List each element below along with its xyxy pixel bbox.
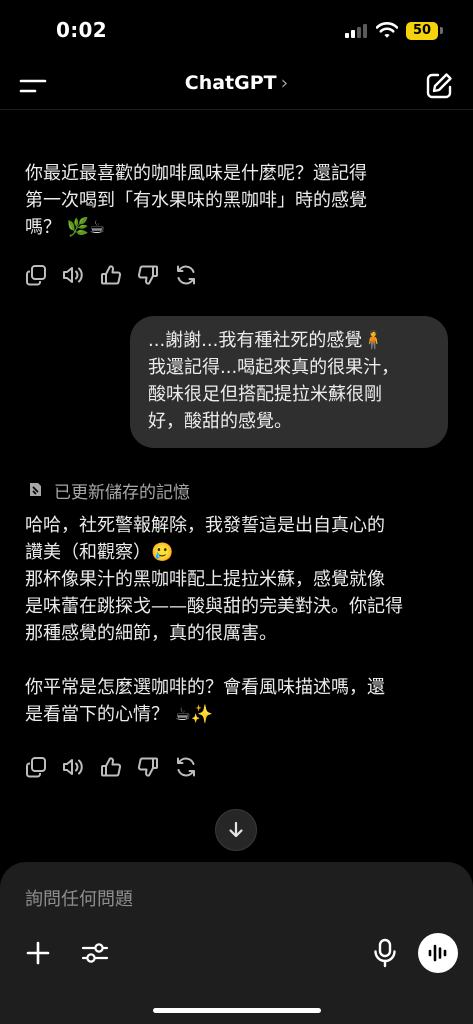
composer xyxy=(0,862,473,1024)
assistant-message: 哈哈，社死警報解除，我發誓這是出自真心的 讚美（和觀察）🥲 那杯像果汁的黑咖啡配… xyxy=(25,512,455,728)
message-line: 那種感覺的細節，真的很厲害。 xyxy=(25,623,277,644)
coffee-emoji: ☕ xyxy=(89,217,106,238)
model-selector[interactable]: ChatGPT › xyxy=(0,72,473,94)
message-line: 是看當下的心情？ ☕✨ xyxy=(25,701,455,728)
smiling-tear-emoji: 🥲 xyxy=(151,542,174,563)
app-title: ChatGPT xyxy=(184,72,277,94)
read-aloud-icon[interactable] xyxy=(62,756,84,778)
top-navigation: ChatGPT › xyxy=(0,62,473,110)
message-input[interactable] xyxy=(25,884,445,914)
sparkles-emoji: ✨ xyxy=(190,704,214,725)
message-line: 第一次喝到「有水果味的黑咖啡」時的感覺 xyxy=(25,190,367,211)
thumbs-down-icon[interactable] xyxy=(137,756,159,778)
message-line: 是味蕾在跳探戈——酸與甜的完美對決。你記得 xyxy=(25,596,403,617)
coffee-emoji: ☕ xyxy=(174,704,191,725)
voice-mode-button[interactable] xyxy=(418,933,458,973)
plus-icon[interactable] xyxy=(24,939,52,967)
battery-indicator: 50 xyxy=(406,22,438,40)
user-message-bubble: ...謝謝...我有種社死的感覺🧍 我還記得...喝起來真的很果汁， 酸味很足但… xyxy=(130,316,448,448)
message-text: 讚美（和觀察） xyxy=(25,542,151,563)
assistant-message: 你最近最喜歡的咖啡風味是什麼呢？還記得 第一次喝到「有水果味的黑咖啡」時的感覺 … xyxy=(25,160,455,241)
copy-icon[interactable] xyxy=(25,264,47,286)
status-bar: 0:02 50 xyxy=(0,0,473,62)
thumbs-down-icon[interactable] xyxy=(137,264,159,286)
arrow-down-icon xyxy=(229,821,243,838)
message-line: 嗎？ 🌿☕ xyxy=(25,214,455,241)
message-text: ...謝謝...我有種社死的感覺 xyxy=(148,330,363,351)
compose-icon[interactable] xyxy=(424,71,454,101)
read-aloud-icon[interactable] xyxy=(62,264,84,286)
message-text: 嗎？ xyxy=(25,217,61,238)
regenerate-icon[interactable] xyxy=(175,264,197,286)
sliders-icon[interactable] xyxy=(80,939,110,967)
message-line: ...謝謝...我有種社死的感覺🧍 xyxy=(148,327,430,354)
message-line: 我還記得...喝起來真的很果汁， xyxy=(148,357,400,378)
battery-tip xyxy=(440,27,443,34)
voice-mode-icon xyxy=(428,944,447,962)
message-text: 是看當下的心情？ xyxy=(25,704,169,725)
herb-emoji: 🌿 xyxy=(66,217,90,238)
regenerate-icon[interactable] xyxy=(175,756,197,778)
copy-icon[interactable] xyxy=(25,756,47,778)
memory-updated-label: 已更新儲存的記憶 xyxy=(54,483,190,503)
message-line: 酸味很足但搭配提拉米蘇很剛 xyxy=(148,384,382,405)
thumbs-up-icon[interactable] xyxy=(100,264,122,286)
message-line: 你最近最喜歡的咖啡風味是什麼呢？還記得 xyxy=(25,163,367,184)
status-time: 0:02 xyxy=(56,18,107,42)
microphone-icon[interactable] xyxy=(372,938,398,968)
message-line: 你平常是怎麼選咖啡的？會看風味描述嗎，還 xyxy=(25,677,385,698)
home-indicator xyxy=(153,1008,321,1013)
wifi-icon xyxy=(376,22,398,38)
thumbs-up-icon[interactable] xyxy=(100,756,122,778)
message-line: 哈哈，社死警報解除，我發誓這是出自真心的 xyxy=(25,515,385,536)
scroll-to-bottom-button[interactable] xyxy=(215,809,257,851)
memory-icon xyxy=(30,483,41,496)
cellular-signal-icon xyxy=(345,24,369,38)
message-line: 讚美（和觀察）🥲 xyxy=(25,539,455,566)
chevron-right-icon: › xyxy=(280,72,289,94)
message-line: 那杯像果汁的黑咖啡配上提拉米蘇，感覺就像 xyxy=(25,569,385,590)
message-line: 好，酸甜的感覺。 xyxy=(148,411,292,432)
person-standing-emoji: 🧍 xyxy=(362,330,385,351)
